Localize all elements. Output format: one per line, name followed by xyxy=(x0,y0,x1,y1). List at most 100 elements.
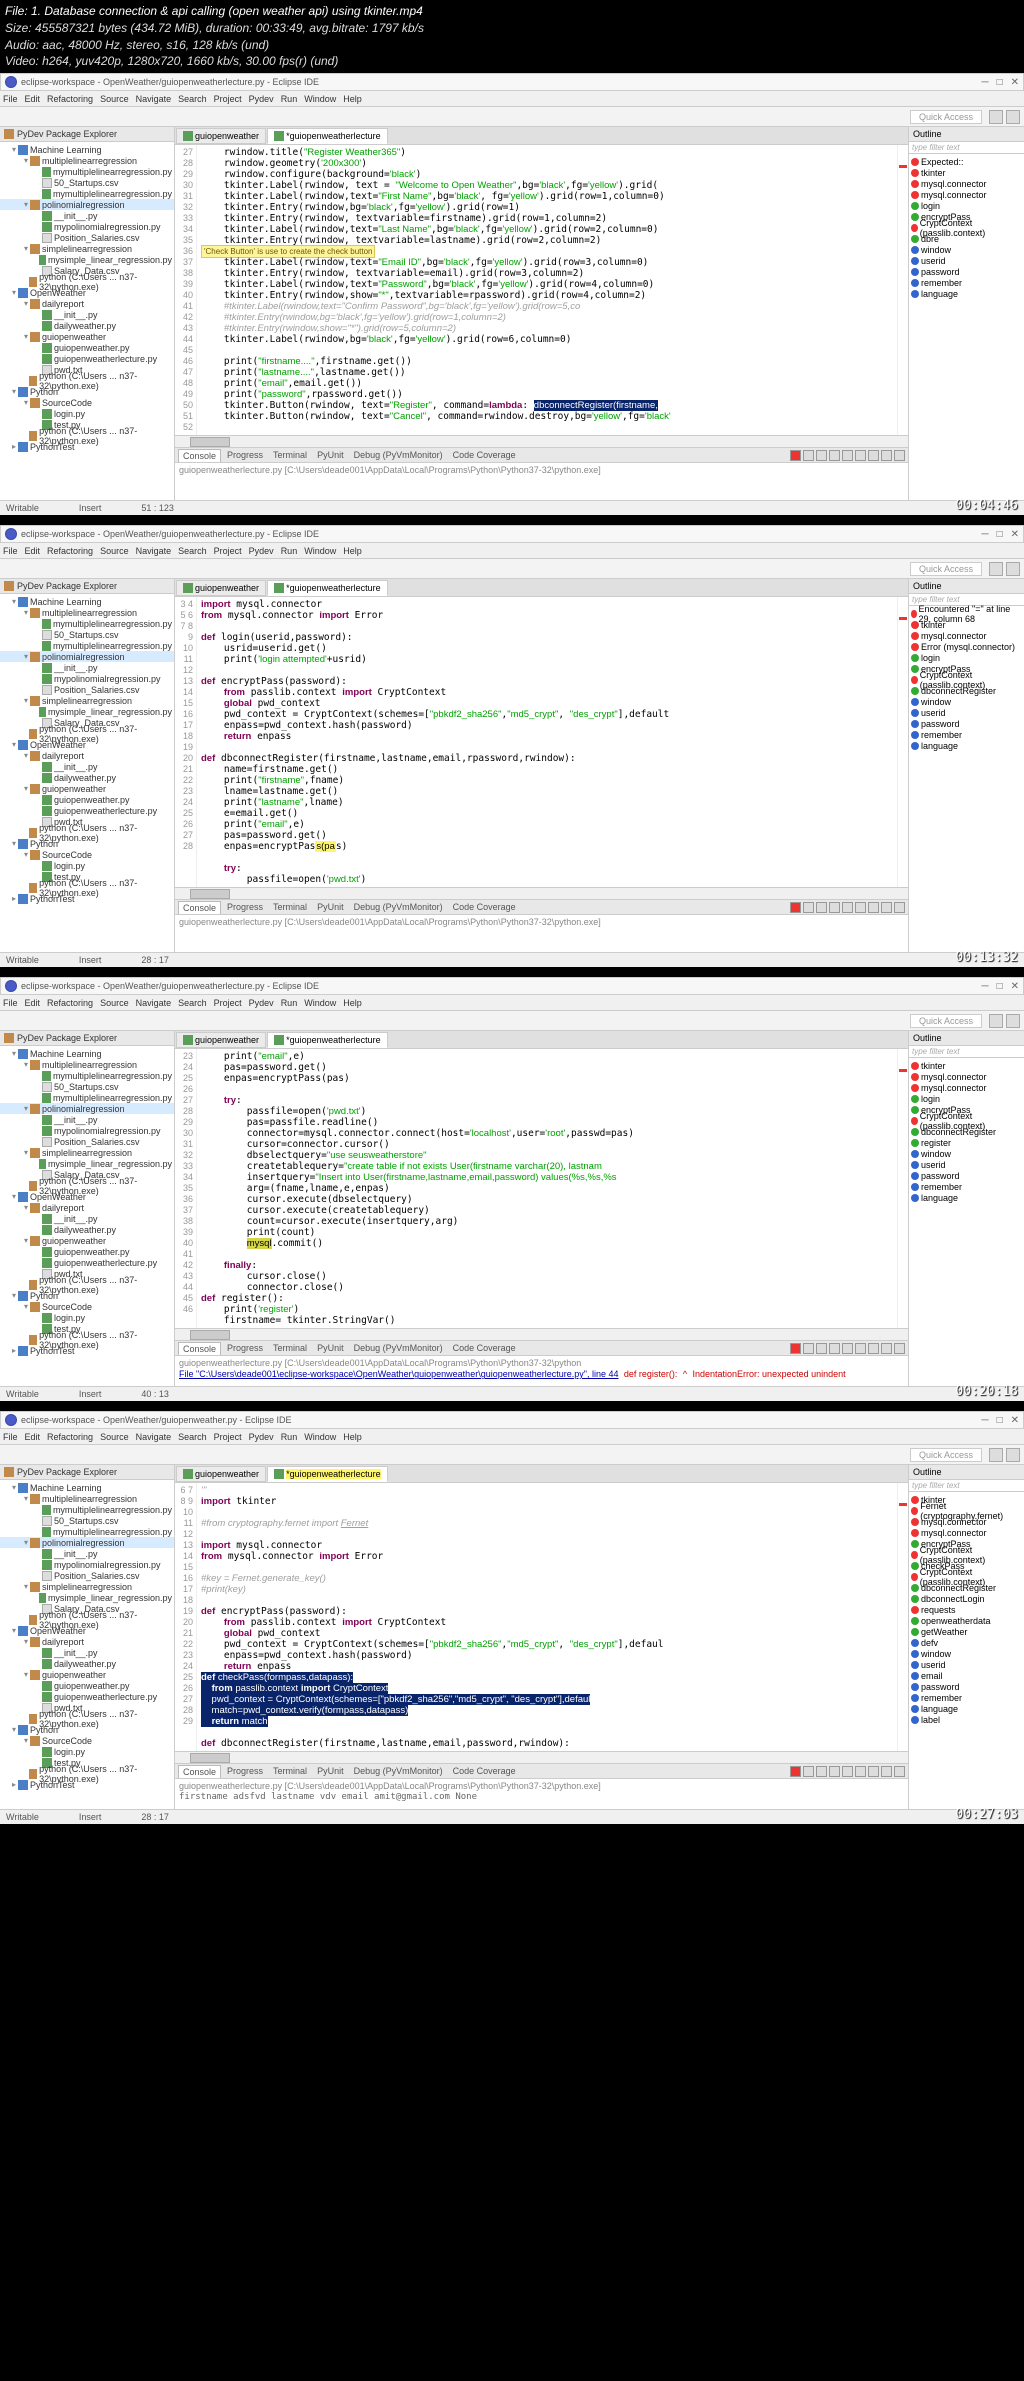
outline-item[interactable]: window xyxy=(911,244,1022,255)
outline-item[interactable]: remember xyxy=(911,1181,1022,1192)
tree-item[interactable]: python (C:\Users ... n37-32\python.exe) xyxy=(0,728,174,739)
outline-item[interactable]: CryptContext (passlib.context) xyxy=(911,1571,1022,1582)
console-tool-icon[interactable] xyxy=(881,902,892,913)
console-tab[interactable]: Progress xyxy=(223,1342,267,1355)
code-editor[interactable]: 23 24 25 26 27 28 29 30 31 32 33 34 35 3… xyxy=(175,1049,908,1328)
tree-item[interactable]: ▾SourceCode xyxy=(0,849,174,860)
overview-ruler[interactable] xyxy=(897,1049,908,1328)
console-tool-icon[interactable] xyxy=(881,450,892,461)
console-tab[interactable]: Debug (PyVmMonitor) xyxy=(350,449,447,462)
menu-pydev[interactable]: Pydev xyxy=(249,998,274,1008)
outline-item[interactable]: userid xyxy=(911,1659,1022,1670)
outline-item[interactable]: userid xyxy=(911,1159,1022,1170)
outline-item[interactable]: openweatherdata xyxy=(911,1615,1022,1626)
console-tool-icon[interactable] xyxy=(842,1766,853,1777)
editor-tab[interactable]: guiopenweather xyxy=(176,1032,266,1048)
horizontal-scrollbar[interactable] xyxy=(175,1751,908,1763)
menu-file[interactable]: File xyxy=(3,1432,18,1442)
console-tool-icon[interactable] xyxy=(868,1343,879,1354)
console-tool-icon[interactable] xyxy=(803,1343,814,1354)
tree-item[interactable]: mymultiplelinearregression.py xyxy=(0,188,174,199)
tree-item[interactable]: mymultiplelinearregression.py xyxy=(0,1526,174,1537)
menu-pydev[interactable]: Pydev xyxy=(249,546,274,556)
menu-help[interactable]: Help xyxy=(343,546,362,556)
outline-item[interactable]: language xyxy=(911,740,1022,751)
tree-item[interactable]: mysimple_linear_regression.py xyxy=(0,706,174,717)
tree-item[interactable]: ▾simplelinearregression xyxy=(0,1147,174,1158)
outline-item[interactable]: userid xyxy=(911,255,1022,266)
tree-item[interactable]: Position_Salaries.csv xyxy=(0,684,174,695)
scroll-thumb[interactable] xyxy=(190,1753,230,1763)
close-icon[interactable]: ✕ xyxy=(1011,529,1019,540)
outline-item[interactable]: remember xyxy=(911,277,1022,288)
tree-item[interactable]: python (C:\Users ... n37-32\python.exe) xyxy=(0,1334,174,1345)
console-tool-icon[interactable] xyxy=(816,1766,827,1777)
tree-item[interactable]: ▾dailyreport xyxy=(0,298,174,309)
outline-item[interactable]: Fernet (cryptography.fernet) xyxy=(911,1505,1022,1516)
tree-item[interactable]: python (C:\Users ... n37-32\python.exe) xyxy=(0,1180,174,1191)
menu-help[interactable]: Help xyxy=(343,998,362,1008)
console-tool-icon[interactable] xyxy=(829,1766,840,1777)
outline-item[interactable]: tkinter xyxy=(911,167,1022,178)
outline-item[interactable]: CryptContext (passlib.context) xyxy=(911,674,1022,685)
menu-source[interactable]: Source xyxy=(100,998,129,1008)
code-content[interactable]: ''' import tkinter #from cryptography.fe… xyxy=(197,1483,897,1751)
outline-item[interactable]: Encountered "=" at line 29, column 68 xyxy=(911,608,1022,619)
outline-item[interactable]: window xyxy=(911,696,1022,707)
console-tab[interactable]: Terminal xyxy=(269,1765,311,1778)
tree-item[interactable]: python (C:\Users ... n37-32\python.exe) xyxy=(0,1279,174,1290)
tree-item[interactable]: ▾multiplelinearregression xyxy=(0,1493,174,1504)
tree-item[interactable]: __init__.py xyxy=(0,761,174,772)
console-tool-icon[interactable] xyxy=(829,902,840,913)
console-output[interactable]: guiopenweatherlecture.py [C:\Users\deade… xyxy=(175,1779,908,1809)
console-tab[interactable]: PyUnit xyxy=(313,1765,348,1778)
outline-item[interactable]: login xyxy=(911,200,1022,211)
menu-navigate[interactable]: Navigate xyxy=(136,998,172,1008)
menu-edit[interactable]: Edit xyxy=(25,1432,41,1442)
console-tool-icon[interactable] xyxy=(829,1343,840,1354)
terminate-icon[interactable] xyxy=(790,902,801,913)
close-icon[interactable]: ✕ xyxy=(1011,77,1019,88)
menu-help[interactable]: Help xyxy=(343,1432,362,1442)
close-icon[interactable]: ✕ xyxy=(1011,1415,1019,1426)
tree-item[interactable]: python (C:\Users ... n37-32\python.exe) xyxy=(0,1713,174,1724)
terminate-icon[interactable] xyxy=(790,450,801,461)
minimize-icon[interactable]: ─ xyxy=(981,529,988,540)
outline-item[interactable]: CryptContext (passlib.context) xyxy=(911,1115,1022,1126)
console-tool-icon[interactable] xyxy=(829,450,840,461)
outline-item[interactable]: mysql.connector xyxy=(911,1071,1022,1082)
tree-item[interactable]: mymultiplelinearregression.py xyxy=(0,1504,174,1515)
outline-item[interactable]: userid xyxy=(911,707,1022,718)
console-tool-icon[interactable] xyxy=(816,902,827,913)
menu-navigate[interactable]: Navigate xyxy=(136,546,172,556)
console-tab[interactable]: Console xyxy=(178,449,221,462)
console-tab[interactable]: Progress xyxy=(223,901,267,914)
menu-source[interactable]: Source xyxy=(100,1432,129,1442)
overview-ruler[interactable] xyxy=(897,597,908,887)
tree-item[interactable]: mymultiplelinearregression.py xyxy=(0,618,174,629)
tree-item[interactable]: guiopenweather.py xyxy=(0,342,174,353)
console-tool-icon[interactable] xyxy=(816,1343,827,1354)
quick-access[interactable]: Quick Access xyxy=(910,562,982,576)
tree-item[interactable]: ▾guiopenweather xyxy=(0,1669,174,1680)
horizontal-scrollbar[interactable] xyxy=(175,435,908,447)
tree-item[interactable]: mysimple_linear_regression.py xyxy=(0,1592,174,1603)
perspective-icon[interactable] xyxy=(989,1014,1003,1028)
outline-item[interactable]: register xyxy=(911,1137,1022,1148)
outline-item[interactable]: mysql.connector xyxy=(911,178,1022,189)
horizontal-scrollbar[interactable] xyxy=(175,887,908,899)
tree-item[interactable]: mymultiplelinearregression.py xyxy=(0,1092,174,1103)
tree-item[interactable]: dailyweather.py xyxy=(0,1224,174,1235)
tree-item[interactable]: ▾polinomialregression xyxy=(0,1537,174,1548)
maximize-icon[interactable]: □ xyxy=(997,529,1003,540)
overview-ruler[interactable] xyxy=(897,145,908,435)
console-tool-icon[interactable] xyxy=(881,1766,892,1777)
code-editor[interactable]: 27 28 29 30 31 32 33 34 35 36 37 38 39 4… xyxy=(175,145,908,435)
outline-item[interactable]: window xyxy=(911,1648,1022,1659)
console-tool-icon[interactable] xyxy=(868,1766,879,1777)
menu-file[interactable]: File xyxy=(3,998,18,1008)
tree-item[interactable]: ▾polinomialregression xyxy=(0,651,174,662)
tree-item[interactable]: mypolinomialregression.py xyxy=(0,221,174,232)
console-tool-icon[interactable] xyxy=(842,902,853,913)
perspective-icon[interactable] xyxy=(989,110,1003,124)
